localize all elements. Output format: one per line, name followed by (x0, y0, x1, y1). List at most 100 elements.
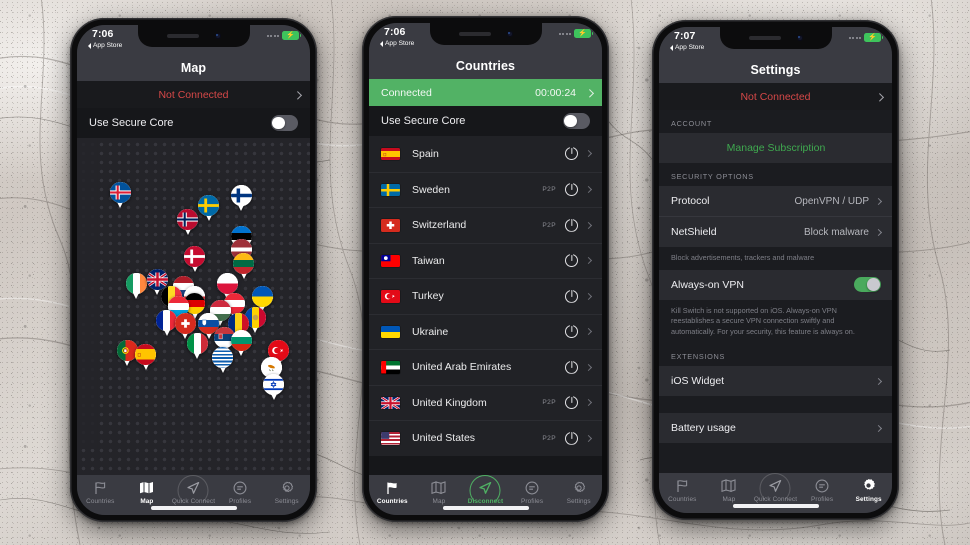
notch (137, 25, 250, 47)
map-pin-spain[interactable] (135, 343, 157, 370)
back-to-app-store[interactable]: App Store (670, 43, 705, 52)
tab-bar: Countries Map Quick Connect Profiles Set… (77, 475, 310, 515)
phone-map-screen: 7:06 App Store ⚡ Map Not Connected Use S… (77, 25, 310, 515)
netshield-row[interactable]: NetShield Block malware (659, 217, 892, 247)
country-name: United Arab Emirates (412, 361, 512, 374)
country-row[interactable]: Switzerland P2P (369, 207, 602, 243)
country-row[interactable]: Spain (369, 136, 602, 172)
tab-map[interactable]: Map (124, 480, 171, 505)
tab-label: Profiles (811, 495, 834, 503)
flag-icon (675, 478, 689, 493)
connection-status-bar[interactable]: Not Connected (77, 81, 310, 108)
country-row[interactable]: Taiwan (369, 242, 602, 278)
connection-status-bar[interactable]: Connected 00:00:24 (369, 79, 602, 106)
notch (719, 27, 832, 49)
back-to-app-store[interactable]: App Store (88, 42, 122, 50)
country-row[interactable]: United Kingdom P2P (369, 384, 602, 420)
power-connect-icon[interactable] (565, 218, 578, 232)
connection-status-bar[interactable]: Not Connected (659, 83, 892, 110)
power-connect-icon[interactable] (565, 289, 578, 303)
secure-core-row[interactable]: Use Secure Core (77, 108, 310, 138)
tab-label: Profiles (229, 497, 252, 505)
tab-map[interactable]: Map (706, 478, 753, 503)
power-connect-icon[interactable] (565, 396, 578, 410)
signal-dots-icon (559, 32, 571, 35)
secure-core-toggle[interactable] (271, 115, 298, 131)
battery-usage-row[interactable]: Battery usage (659, 413, 892, 444)
tab-bar: Countries Map Disconnect Profiles Settin… (369, 475, 602, 515)
country-name: Sweden (412, 183, 450, 196)
front-camera-icon (506, 31, 513, 37)
secure-core-row[interactable]: Use Secure Core (369, 106, 602, 136)
phone-map: 7:06 App Store ⚡ Map Not Connected Use S… (70, 18, 317, 522)
map-pin-denmark[interactable] (184, 245, 206, 272)
tab-countries[interactable]: Countries (77, 480, 124, 505)
power-connect-icon[interactable] (565, 183, 578, 197)
always-on-vpn-toggle[interactable] (854, 276, 881, 293)
back-arrow-icon (88, 42, 91, 49)
country-row[interactable]: Ukraine (369, 313, 602, 349)
chevron-right-icon (584, 221, 593, 229)
country-row[interactable]: United States P2P (369, 420, 602, 456)
tab-disconnect[interactable]: Disconnect (462, 475, 509, 506)
netshield-value: Block malware (803, 226, 869, 238)
back-to-app-store[interactable]: App Store (380, 40, 414, 48)
tab-quick-connect[interactable]: Quick Connect (752, 473, 799, 504)
power-connect-icon[interactable] (565, 254, 578, 268)
home-indicator[interactable] (150, 506, 237, 510)
tab-profiles[interactable]: Profiles (509, 480, 556, 505)
map-pin-greece[interactable] (212, 346, 234, 373)
tab-settings[interactable]: Settings (845, 478, 892, 503)
phone-settings: 7:07 App Store ⚡ Settings Not Connected … (652, 20, 899, 520)
map-pin-finland[interactable] (230, 185, 252, 212)
country-list[interactable]: Spain Sweden P2P Switzerland P2P Taiwan Turkey… (369, 136, 602, 475)
map-pin-norway[interactable] (177, 208, 199, 235)
world-map[interactable] (77, 138, 310, 475)
protocol-row[interactable]: Protocol OpenVPN / UDP (659, 186, 892, 216)
protocol-label: Protocol (671, 195, 710, 207)
chevron-right-icon (584, 150, 593, 158)
home-indicator[interactable] (442, 506, 529, 510)
map-pin-italy[interactable] (186, 333, 208, 360)
country-flag-icon (381, 254, 400, 267)
map-pin-bulgaria[interactable] (230, 330, 252, 357)
chevron-right-icon (584, 399, 593, 407)
country-row[interactable]: Turkey (369, 278, 602, 314)
country-flag-icon (381, 183, 400, 196)
status-bar-right: ⚡ (559, 27, 594, 38)
chevron-right-icon (874, 377, 883, 385)
always-on-vpn-row[interactable]: Always-on VPN (659, 269, 892, 300)
secure-core-toggle[interactable] (563, 113, 590, 129)
settings-list[interactable]: ACCOUNT Manage Subscription SECURITY OPT… (659, 110, 892, 473)
tab-settings[interactable]: Settings (555, 480, 602, 505)
power-connect-icon[interactable] (565, 360, 578, 374)
page-title: Countries (369, 53, 602, 79)
map-pin-iceland[interactable] (109, 181, 131, 208)
country-flag-icon (381, 325, 400, 338)
tab-map[interactable]: Map (416, 480, 463, 505)
map-pin-israel[interactable] (263, 373, 285, 400)
section-header-security: SECURITY OPTIONS (659, 163, 892, 186)
chevron-right-icon (584, 328, 593, 336)
country-name: Turkey (412, 290, 444, 303)
back-label: App Store (675, 43, 705, 51)
ios-widget-row[interactable]: iOS Widget (659, 366, 892, 397)
tab-quick-connect[interactable]: Quick Connect (170, 475, 217, 506)
tab-countries[interactable]: Countries (369, 480, 416, 505)
map-pin-ireland[interactable] (125, 272, 147, 299)
tab-settings[interactable]: Settings (263, 480, 310, 505)
power-connect-icon[interactable] (565, 147, 578, 161)
home-indicator[interactable] (732, 504, 819, 508)
battery-charging-icon: ⚡ (574, 29, 594, 38)
country-row[interactable]: United Arab Emirates (369, 349, 602, 385)
profiles-icon (525, 480, 539, 495)
map-pin-sweden[interactable] (198, 195, 220, 222)
power-connect-icon[interactable] (565, 325, 578, 339)
power-connect-icon[interactable] (565, 431, 578, 445)
tab-countries[interactable]: Countries (659, 478, 706, 503)
country-row[interactable]: Sweden P2P (369, 171, 602, 207)
tab-profiles[interactable]: Profiles (799, 478, 846, 503)
tab-profiles[interactable]: Profiles (217, 480, 264, 505)
manage-subscription-row[interactable]: Manage Subscription (659, 133, 892, 163)
connection-timer: 00:00:24 (535, 86, 576, 99)
